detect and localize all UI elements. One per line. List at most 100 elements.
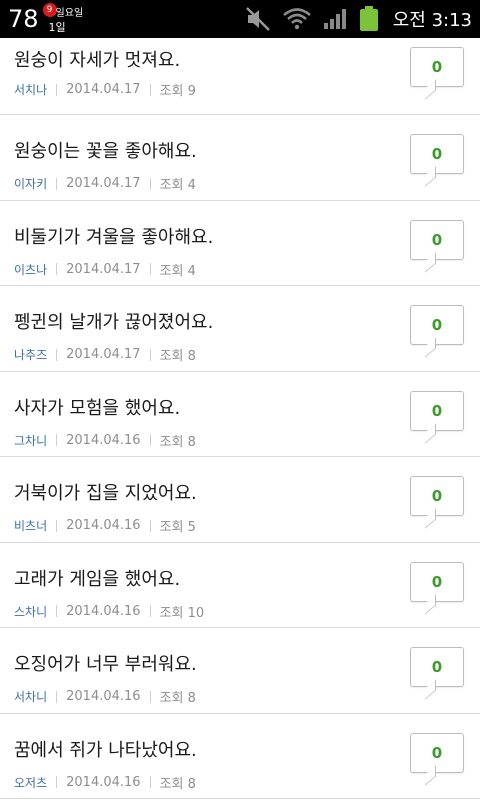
post-author: 이츠나 bbox=[14, 262, 48, 277]
meta-divider bbox=[149, 605, 151, 617]
post-author: 오저츠 bbox=[14, 775, 48, 790]
post-views: 조회 8 bbox=[159, 349, 196, 364]
comment-count-button[interactable]: 0 bbox=[410, 47, 464, 87]
comment-count: 0 bbox=[431, 487, 443, 505]
calendar-day-bottom: 1일 bbox=[48, 21, 66, 34]
comment-count-button[interactable]: 0 bbox=[410, 134, 464, 174]
comment-count: 0 bbox=[431, 58, 443, 76]
status-bar-left: 78 9 일요일 1일 bbox=[8, 3, 83, 35]
comment-count-button[interactable]: 0 bbox=[410, 561, 464, 602]
list-item[interactable]: 사자가 모험을 했어요. 그차니 2014.04.16 조회 8 0 bbox=[0, 371, 480, 457]
post-author: 그차니 bbox=[14, 433, 48, 448]
post-title: 사자가 모험을 했어요. bbox=[14, 397, 181, 419]
meta-divider bbox=[149, 177, 151, 190]
comment-count: 0 bbox=[431, 145, 443, 163]
meta-divider bbox=[56, 434, 58, 446]
post-meta: 이츠나 2014.04.17 조회 4 bbox=[14, 260, 196, 279]
wifi-icon bbox=[282, 8, 311, 30]
meta-divider bbox=[149, 434, 151, 446]
meta-divider bbox=[56, 177, 58, 190]
comment-count-button[interactable]: 0 bbox=[410, 219, 464, 260]
post-date: 2014.04.17 bbox=[66, 82, 141, 97]
post-meta: 스차니 2014.04.16 조회 10 bbox=[14, 602, 204, 621]
post-author: 이자키 bbox=[14, 177, 48, 191]
meta-divider bbox=[149, 348, 151, 361]
comment-count: 0 bbox=[431, 316, 443, 334]
status-bar-right: 오전 3:13 bbox=[233, 0, 472, 38]
comment-count-button[interactable]: 0 bbox=[410, 647, 464, 687]
post-views: 조회 10 bbox=[159, 605, 205, 621]
meta-divider bbox=[56, 690, 58, 703]
list-item[interactable]: 펭귄의 날개가 끊어졌어요. 나추즈 2014.04.17 조회 8 0 bbox=[0, 286, 480, 372]
meta-divider bbox=[56, 605, 58, 617]
meta-divider bbox=[56, 83, 58, 96]
battery-percent: 78 bbox=[8, 5, 39, 33]
comment-count-button[interactable]: 0 bbox=[410, 476, 464, 516]
comment-count-button[interactable]: 0 bbox=[410, 732, 464, 773]
post-meta: 그차니 2014.04.16 조회 8 bbox=[14, 431, 196, 450]
post-views: 조회 8 bbox=[159, 434, 196, 450]
status-bar: 78 9 일요일 1일 오전 3:13 bbox=[0, 0, 480, 38]
list-item[interactable]: 원숭이는 꽃을 좋아해요. 이자키 2014.04.17 조회 4 0 bbox=[0, 115, 480, 201]
list-item[interactable]: 거북이가 집을 지었어요. 비츠너 2014.04.16 조회 5 0 bbox=[0, 457, 480, 543]
meta-divider bbox=[56, 519, 58, 532]
post-title: 고래가 게임을 했어요. bbox=[14, 568, 181, 590]
post-list: 원숭이 자세가 멋져요. 서치나 2014.04.17 조회 9 0 원숭이는 … bbox=[0, 38, 480, 799]
post-title: 오징어가 너무 부러워요. bbox=[14, 654, 197, 675]
post-date: 2014.04.17 bbox=[66, 347, 141, 362]
post-date: 2014.04.17 bbox=[66, 176, 141, 191]
list-item[interactable]: 오징어가 너무 부러워요. 서차니 2014.04.16 조회 8 0 bbox=[0, 628, 480, 714]
comment-count: 0 bbox=[431, 230, 443, 249]
meta-divider bbox=[56, 348, 58, 361]
post-title: 원숭이 자세가 멋져요. bbox=[14, 50, 181, 71]
post-views: 조회 4 bbox=[159, 263, 196, 279]
post-views: 조회 9 bbox=[159, 84, 196, 99]
post-meta: 이자키 2014.04.17 조회 4 bbox=[14, 174, 196, 193]
post-title: 펭귄의 날개가 끊어졌어요. bbox=[14, 312, 214, 333]
mute-icon bbox=[245, 7, 270, 31]
post-views: 조회 4 bbox=[159, 178, 196, 193]
post-title: 원숭이는 꽃을 좋아해요. bbox=[14, 141, 197, 162]
post-author: 서치나 bbox=[14, 83, 48, 97]
post-title: 꿈에서 쥐가 나타났어요. bbox=[14, 739, 197, 761]
post-date: 2014.04.16 bbox=[66, 432, 141, 448]
meta-divider bbox=[149, 83, 151, 96]
post-title: 비둘기가 겨울을 좋아해요. bbox=[14, 226, 214, 248]
list-item[interactable]: 비둘기가 겨울을 좋아해요. 이츠나 2014.04.17 조회 4 0 bbox=[0, 200, 480, 286]
post-views: 조회 5 bbox=[159, 520, 196, 535]
meta-divider bbox=[149, 263, 151, 275]
calendar-notification[interactable]: 9 일요일 1일 bbox=[42, 3, 83, 35]
calendar-day-top: 일요일 bbox=[55, 8, 84, 19]
post-author: 스차니 bbox=[14, 604, 48, 619]
list-item[interactable]: 꿈에서 쥐가 나타났어요. 오저츠 2014.04.16 조회 8 0 bbox=[0, 713, 480, 799]
post-meta: 비츠너 2014.04.16 조회 5 bbox=[14, 516, 196, 535]
post-date: 2014.04.16 bbox=[66, 774, 141, 790]
post-author: 나추즈 bbox=[14, 348, 48, 362]
post-date: 2014.04.16 bbox=[66, 689, 141, 704]
calendar-badge: 9 bbox=[42, 3, 57, 17]
meta-divider bbox=[149, 690, 151, 703]
post-views: 조회 8 bbox=[159, 691, 196, 706]
comment-count: 0 bbox=[431, 401, 443, 420]
comment-count: 0 bbox=[431, 743, 443, 762]
post-author: 비츠너 bbox=[14, 519, 48, 533]
meta-divider bbox=[56, 776, 58, 788]
battery-icon bbox=[359, 6, 378, 31]
comment-count-button[interactable]: 0 bbox=[410, 390, 464, 431]
list-item[interactable]: 고래가 게임을 했어요. 스차니 2014.04.16 조회 10 0 bbox=[0, 542, 480, 628]
comment-count-button[interactable]: 0 bbox=[410, 305, 464, 345]
post-meta: 나추즈 2014.04.17 조회 8 bbox=[14, 345, 196, 364]
meta-divider bbox=[56, 263, 58, 275]
meta-divider bbox=[149, 776, 151, 788]
post-author: 서차니 bbox=[14, 690, 48, 704]
post-views: 조회 8 bbox=[159, 776, 196, 792]
post-date: 2014.04.16 bbox=[66, 518, 141, 533]
post-meta: 서차니 2014.04.16 조회 8 bbox=[14, 687, 196, 706]
post-date: 2014.04.17 bbox=[66, 261, 141, 277]
status-time: 오전 3:13 bbox=[392, 10, 472, 31]
post-meta: 서치나 2014.04.17 조회 9 bbox=[14, 80, 196, 99]
list-item[interactable]: 원숭이 자세가 멋져요. 서치나 2014.04.17 조회 9 0 bbox=[0, 38, 480, 115]
post-meta: 오저츠 2014.04.16 조회 8 bbox=[14, 773, 196, 792]
signal-icon bbox=[323, 9, 346, 29]
post-date: 2014.04.16 bbox=[66, 603, 141, 619]
